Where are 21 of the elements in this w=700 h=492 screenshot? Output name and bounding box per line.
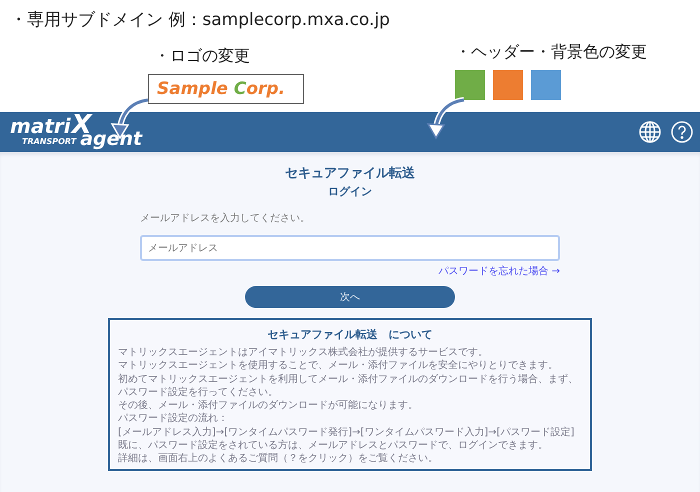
about-text: マトリックスエージェントはアイマトリックス株式会社が提供するサービスです。 bbox=[118, 346, 489, 360]
about-text: パスワード設定の流れ： bbox=[118, 412, 229, 426]
sample-logo: Sample Corp. bbox=[148, 74, 304, 104]
forgot-password-link[interactable]: パスワードを忘れた場合 → bbox=[438, 264, 560, 278]
about-text: その後、メール・添付ファイルのダウンロードが可能になります。 bbox=[118, 399, 419, 412]
about-title: セキュアファイル転送 について bbox=[266, 327, 434, 342]
help-icon[interactable] bbox=[670, 120, 694, 144]
login-subtitle: ログイン bbox=[328, 184, 372, 199]
about-text: 既に、パスワード設定をされている方は、メールアドレスとパスワードで、ログインできます。 bbox=[118, 439, 549, 452]
next-button[interactable]: 次へ bbox=[245, 286, 455, 308]
email-prompt: メールアドレスを入力してください。 bbox=[140, 212, 311, 225]
about-text: 初めてマトリックスエージェントを利用してメール・添付ファイルのダウンロードを行う場合、まず、パスワード設定を行ってください。 bbox=[118, 372, 579, 400]
domain-caption: ・専用サブドメイン 例：samplecorp.mxa.co.jp bbox=[9, 9, 391, 32]
page-title: セキュアファイル転送 bbox=[285, 165, 415, 182]
globe-icon[interactable] bbox=[638, 120, 662, 144]
about-text: 詳細は、画面右上のよくあるご質問（？をクリック）をご覧ください。 bbox=[118, 452, 439, 466]
about-text: [メールアドレス入力]→[ワンタイムパスワード発行]→[ワンタイムパスワード入力]→[パスワード設定] bbox=[118, 426, 576, 440]
logo-note: ・ロゴの変更 bbox=[153, 45, 250, 67]
email-field[interactable]: メールアドレス bbox=[140, 235, 560, 261]
color-note: ・ヘッダー・背景色の変更 bbox=[455, 41, 647, 63]
about-text: マトリックスエージェントを使用することで、メール・添付ファイルを安全にやりとりできます。 bbox=[118, 359, 559, 373]
